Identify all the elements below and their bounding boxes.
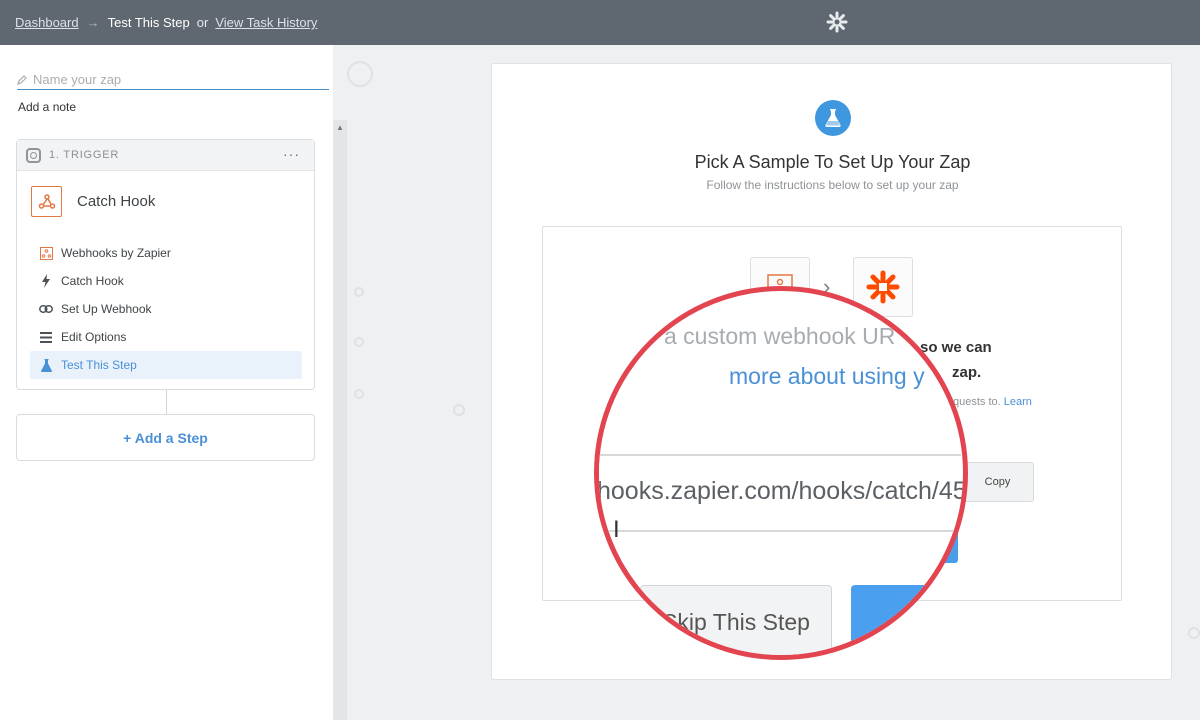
flask-icon	[815, 100, 851, 136]
card-title: Pick A Sample To Set Up Your Zap	[694, 152, 971, 172]
step-catch-hook[interactable]: Catch Hook	[30, 267, 302, 295]
trigger-header[interactable]: 1. TRIGGER ···	[17, 140, 314, 171]
top-bar: Dashboard → Test This Step or View Task …	[0, 0, 1200, 45]
background-decoration	[354, 337, 364, 347]
magnified-learn-link[interactable]: more about using y	[729, 363, 925, 390]
magnifier-overlay: a custom webhook UR more about using y h…	[594, 286, 968, 660]
link-icon	[38, 305, 54, 313]
flask-icon	[38, 358, 54, 372]
background-decoration	[453, 404, 465, 416]
webhook-icon	[31, 186, 62, 217]
breadcrumb-arrow: →	[86, 15, 100, 30]
background-decoration	[354, 389, 364, 399]
magnified-ok-button[interactable]	[851, 585, 963, 655]
sidebar: Name your zap Add a note 1. TRIGGER ··· …	[0, 45, 333, 720]
breadcrumb-current: Test This Step	[107, 15, 190, 30]
dashboard-link[interactable]: Dashboard	[15, 15, 79, 30]
webhook-icon	[38, 246, 54, 260]
trigger-app-label: Catch Hook	[77, 193, 156, 210]
magnified-text: a custom webhook UR	[664, 323, 896, 349]
step-label: Edit Options	[61, 330, 127, 344]
sidebar-scrollbar[interactable]	[333, 120, 347, 720]
step-label: Test This Step	[61, 358, 137, 372]
trigger-app-title[interactable]: Catch Hook	[31, 186, 155, 217]
skip-this-step-button[interactable]: Skip This Step	[640, 585, 832, 655]
background-decoration	[347, 61, 373, 87]
zap-name-input[interactable]: Name your zap	[17, 72, 329, 90]
step-label: Webhooks by Zapier	[61, 246, 171, 260]
step-edit-options[interactable]: Edit Options	[30, 323, 302, 351]
trigger-icon	[26, 147, 41, 163]
learn-link[interactable]: Learn	[1004, 396, 1032, 408]
webhook-url-text: hooks.zapier.com/hooks/catch/45	[597, 477, 967, 505]
zapier-logo-icon[interactable]	[826, 11, 848, 33]
step-set-up-webhook[interactable]: Set Up Webhook	[30, 295, 302, 323]
step-test-this-step[interactable]: Test This Step	[30, 351, 302, 379]
add-step-button[interactable]: + Add a Step	[16, 414, 315, 461]
trigger-card: 1. TRIGGER ··· Catch Hook Webhooks by Za…	[16, 139, 315, 390]
trigger-label: 1. TRIGGER	[49, 149, 120, 161]
step-connector	[166, 390, 167, 414]
step-label: Catch Hook	[61, 274, 124, 288]
list-icon	[38, 331, 54, 343]
trigger-steps: Webhooks by Zapier Catch Hook Set Up Web…	[30, 239, 302, 379]
more-options-icon[interactable]: ···	[283, 146, 300, 162]
instructions-text: quests to. Learn	[953, 396, 1032, 408]
add-note-link[interactable]: Add a note	[18, 100, 76, 114]
step-webhooks-by-zapier[interactable]: Webhooks by Zapier	[30, 239, 302, 267]
copy-button[interactable]: Copy	[961, 462, 1034, 502]
background-decoration	[354, 287, 364, 297]
breadcrumb-or: or	[196, 15, 209, 30]
card-subtitle: Follow the instructions below to set up …	[706, 178, 959, 192]
lightning-icon	[38, 274, 54, 288]
zap-name-placeholder: Name your zap	[33, 72, 122, 87]
background-decoration	[1188, 627, 1200, 639]
text-cursor-icon: I	[613, 516, 620, 543]
pencil-icon	[17, 74, 27, 85]
step-label: Set Up Webhook	[61, 302, 152, 316]
scroll-up-icon[interactable]: ▲	[336, 123, 344, 132]
view-task-history-link[interactable]: View Task History	[215, 15, 317, 30]
